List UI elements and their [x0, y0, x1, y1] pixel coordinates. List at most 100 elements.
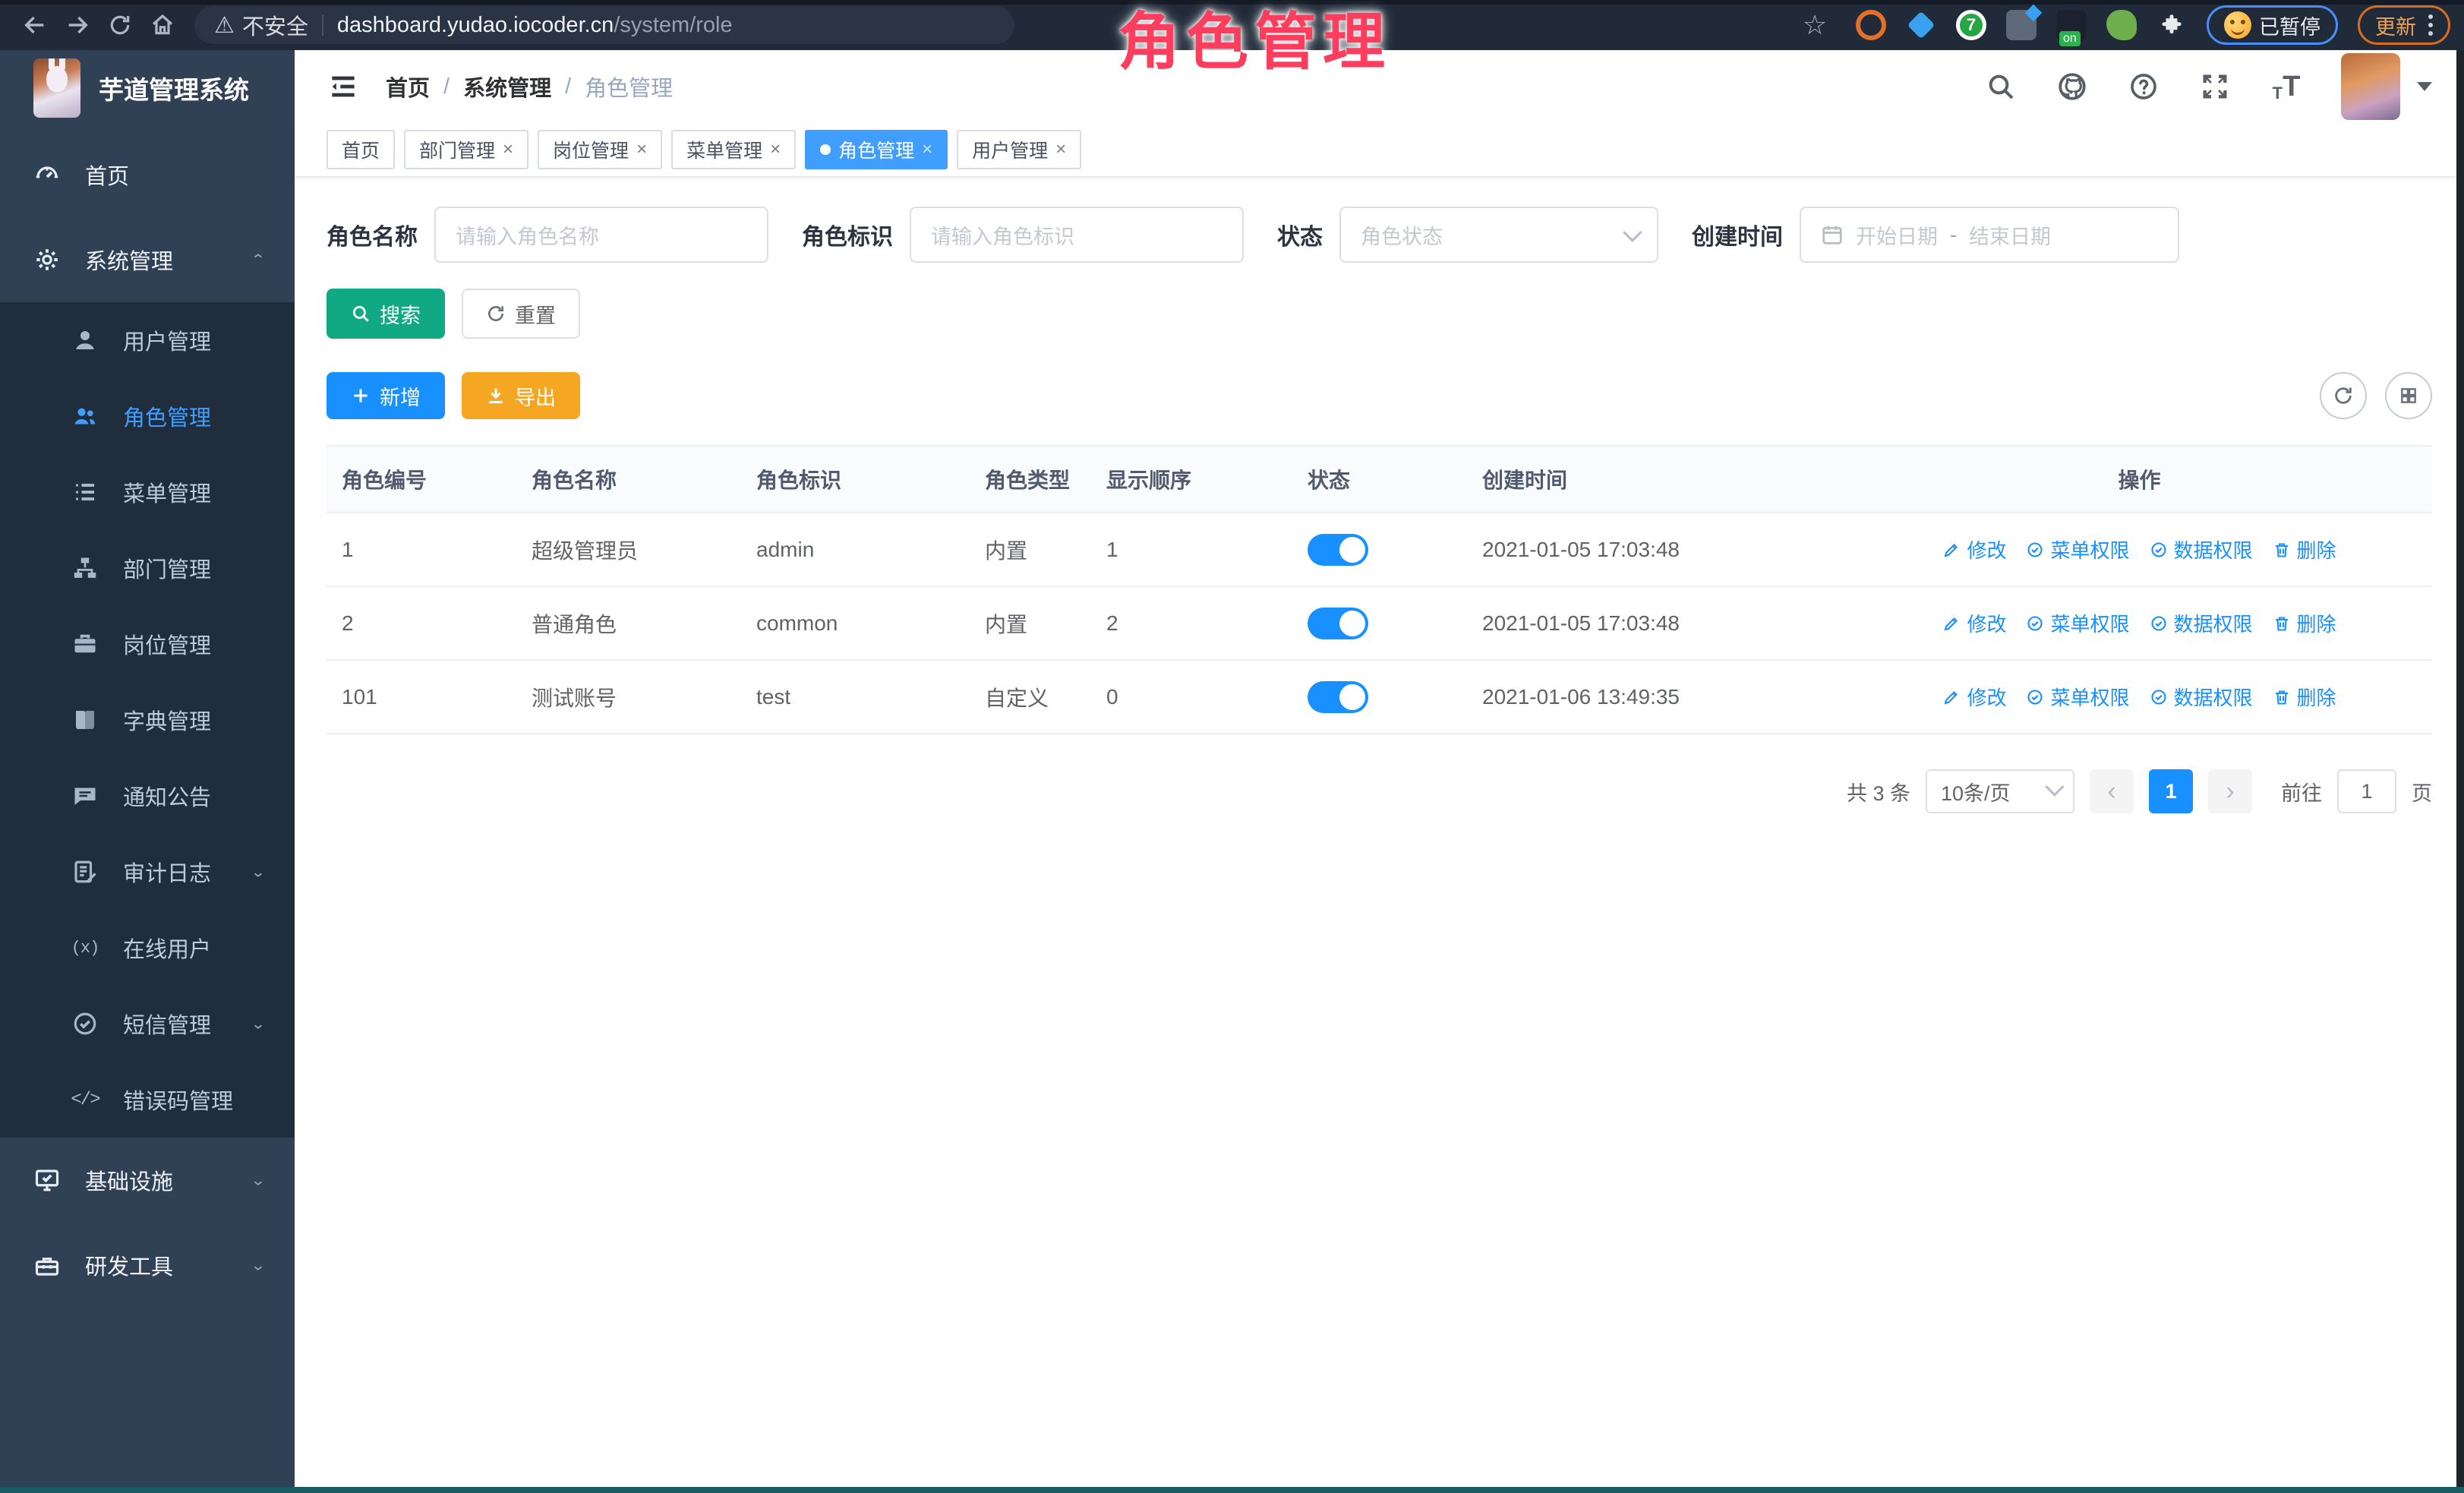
tab-4[interactable]: 角色管理× [805, 130, 948, 169]
tab-0[interactable]: 首页 [327, 130, 395, 169]
tab-label: 菜单管理 [686, 136, 762, 163]
extension-plant-icon[interactable] [2106, 10, 2137, 40]
role-key-input[interactable]: 请输入角色标识 [910, 207, 1244, 263]
data-perm-icon [2150, 688, 2168, 706]
action-delete-link[interactable]: 删除 [2273, 683, 2336, 711]
date-range-picker[interactable]: 开始日期 - 结束日期 [1800, 207, 2179, 263]
reload-icon[interactable] [99, 4, 141, 46]
profile-paused-chip[interactable]: 已暂停 [2207, 5, 2338, 45]
extension-green-icon[interactable]: 7 [1956, 10, 1986, 40]
extensions-puzzle-icon[interactable] [2156, 10, 2187, 40]
action-data-perm-link[interactable]: 数据权限 [2150, 609, 2253, 637]
extension-target-icon[interactable] [1856, 10, 1886, 40]
search-button[interactable]: 搜索 [327, 289, 445, 339]
action-edit-link[interactable]: 修改 [1942, 609, 2006, 637]
edit-icon [1942, 541, 1961, 559]
column-header: 角色名称 [516, 464, 741, 494]
close-icon[interactable]: × [770, 139, 781, 160]
help-icon[interactable] [2127, 70, 2160, 103]
window-scrollbar[interactable] [2456, 50, 2464, 1493]
sidebar-item-11[interactable]: 短信管理⌄ [0, 986, 295, 1062]
fullscreen-icon[interactable] [2198, 70, 2232, 103]
back-icon[interactable] [14, 4, 56, 46]
extension-gem-icon[interactable] [1906, 10, 1936, 40]
browser-menu-icon[interactable] [2428, 14, 2433, 36]
github-icon[interactable] [2055, 70, 2089, 103]
sidebar-item-6[interactable]: 岗位管理 [0, 606, 295, 682]
sidebar-item-2[interactable]: 用户管理 [0, 302, 295, 378]
close-icon[interactable]: × [503, 139, 513, 160]
page-size-select[interactable]: 10条/页 [1926, 769, 2074, 813]
sidebar-item-13[interactable]: 基础设施⌄ [0, 1138, 295, 1223]
chrome-update-button[interactable]: 更新 [2358, 5, 2450, 45]
sidebar-fold-icon[interactable] [327, 70, 360, 103]
status-toggle[interactable] [1308, 681, 1368, 713]
cell: test [741, 685, 970, 709]
add-button[interactable]: 新增 [327, 372, 445, 419]
sidebar-item-5[interactable]: 部门管理 [0, 530, 295, 606]
sidebar-item-7[interactable]: 字典管理 [0, 682, 295, 758]
role-name-input[interactable]: 请输入角色名称 [434, 207, 768, 263]
sidebar-item-14[interactable]: 研发工具⌄ [0, 1223, 295, 1308]
extension-recorder-icon[interactable]: on [2056, 10, 2087, 40]
sidebar-item-8[interactable]: 通知公告 [0, 758, 295, 834]
close-icon[interactable]: × [922, 139, 932, 160]
breadcrumb-item: 角色管理 [585, 71, 673, 103]
address-bar[interactable]: ⚠ 不安全 dashboard.yudao.iocoder.cn /system… [194, 6, 1014, 44]
status-select[interactable]: 角色状态 [1339, 207, 1658, 263]
status-toggle[interactable] [1308, 608, 1368, 639]
column-settings-button[interactable] [2385, 372, 2432, 419]
close-icon[interactable]: × [1055, 139, 1066, 160]
sidebar-item-12[interactable]: </>错误码管理 [0, 1062, 295, 1138]
goto-page-input[interactable]: 1 [2337, 769, 2396, 813]
sidebar-item-0[interactable]: 首页 [0, 132, 295, 217]
app-logo[interactable]: 芋道管理系统 [0, 50, 295, 126]
tab-5[interactable]: 用户管理× [957, 130, 1081, 169]
action-delete-link[interactable]: 删除 [2273, 535, 2336, 563]
tab-1[interactable]: 部门管理× [404, 130, 528, 169]
breadcrumb-item[interactable]: 系统管理 [463, 71, 551, 103]
action-edit-link[interactable]: 修改 [1942, 535, 2006, 563]
next-page-button[interactable]: › [2208, 769, 2252, 813]
logo-rabbit-image [33, 58, 80, 118]
tab-3[interactable]: 菜单管理 × [671, 130, 796, 169]
breadcrumb-item[interactable]: 首页 [386, 71, 430, 103]
current-page-button[interactable]: 1 [2149, 769, 2193, 813]
refresh-table-button[interactable] [2320, 372, 2367, 419]
sidebar-item-10[interactable]: (x)在线用户 [0, 910, 295, 986]
reset-button[interactable]: 重置 [462, 289, 580, 339]
table-row: 101测试账号test自定义02021-01-06 13:49:35修改菜单权限… [327, 661, 2432, 734]
action-data-perm-link[interactable]: 数据权限 [2150, 535, 2253, 563]
action-data-perm-link[interactable]: 数据权限 [2150, 683, 2253, 711]
sidebar-item-4[interactable]: 菜单管理 [0, 454, 295, 530]
sidebar-item-9[interactable]: 审计日志⌄ [0, 834, 295, 910]
action-edit-link[interactable]: 修改 [1942, 683, 2006, 711]
forward-icon[interactable] [56, 4, 99, 46]
sidebar-item-1[interactable]: 系统管理⌃ [0, 217, 295, 302]
sidebar-item-3[interactable]: 角色管理 [0, 378, 295, 454]
user-menu[interactable] [2341, 53, 2432, 120]
action-menu-perm-link[interactable]: 菜单权限 [2026, 535, 2129, 563]
action-menu-perm-link[interactable]: 菜单权限 [2026, 609, 2129, 637]
action-delete-link[interactable]: 删除 [2273, 609, 2336, 637]
total-count: 共 3 条 [1847, 777, 1910, 806]
chevron-down-icon: ⌄ [251, 1171, 266, 1188]
pagination: 共 3 条 10条/页 ‹ 1 › 前往 1 页 [327, 769, 2432, 813]
font-size-icon[interactable]: TT [2270, 70, 2303, 103]
home-icon[interactable] [141, 4, 184, 46]
search-icon[interactable] [1984, 70, 2018, 103]
toolbox-icon [32, 1250, 62, 1280]
status-toggle[interactable] [1308, 534, 1368, 566]
sidebar: 芋道管理系统 首页系统管理⌃用户管理角色管理菜单管理部门管理岗位管理字典管理通知… [0, 50, 295, 1493]
bookmark-star-icon[interactable]: ☆ [1794, 4, 1836, 46]
goto-label: 前往 [2281, 777, 2322, 806]
extension-grid-icon[interactable] [2006, 10, 2037, 40]
monitor-icon [32, 1165, 62, 1195]
url-path: /system/role [614, 13, 732, 38]
action-menu-perm-link[interactable]: 菜单权限 [2026, 683, 2129, 711]
user-avatar[interactable] [2341, 53, 2400, 120]
prev-page-button[interactable]: ‹ [2090, 769, 2134, 813]
close-icon[interactable]: × [636, 139, 647, 160]
tab-2[interactable]: 岗位管理× [538, 130, 662, 169]
export-button[interactable]: 导出 [462, 372, 580, 419]
